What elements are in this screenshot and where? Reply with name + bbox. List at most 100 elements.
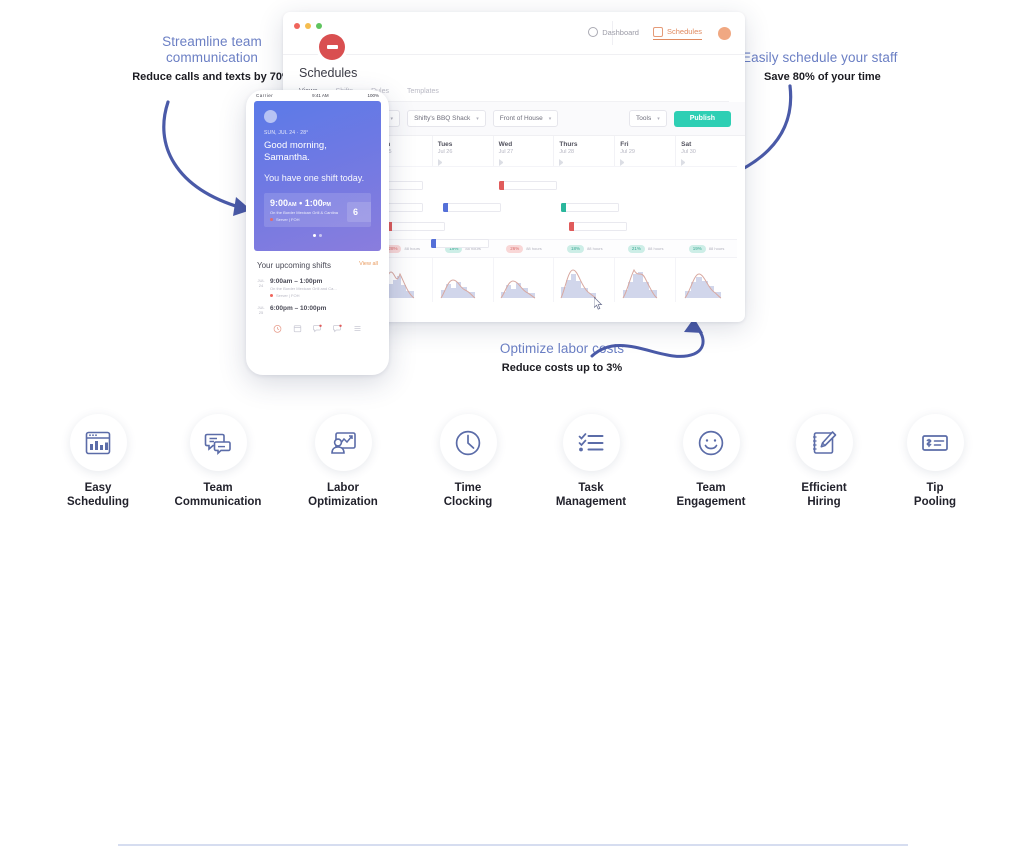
- play-icon[interactable]: [498, 159, 506, 166]
- callout-title: Easily schedule your staff: [742, 50, 898, 65]
- calendar-tab-icon[interactable]: [293, 324, 302, 333]
- callout-subtitle: Save 80% of your time: [764, 71, 881, 83]
- day-column-thurs: Thurs Jul 28: [554, 136, 616, 166]
- view-all-link[interactable]: View all: [359, 261, 378, 267]
- play-icon[interactable]: [620, 159, 627, 166]
- shift-block[interactable]: [561, 203, 619, 212]
- shift-role-label: Server | FOH: [276, 216, 300, 222]
- labor-hours: 88 hours: [647, 246, 664, 251]
- page-dot-icon[interactable]: [319, 233, 322, 237]
- connector-line: [118, 844, 908, 846]
- feature-easy-scheduling[interactable]: Easy Scheduling: [46, 414, 150, 509]
- requests-tab-icon[interactable]: [333, 324, 342, 333]
- department-selector[interactable]: Front of House ▾: [492, 110, 559, 127]
- feature-tip-pooling[interactable]: Tip Pooling: [883, 414, 987, 509]
- shift-block[interactable]: [387, 222, 445, 231]
- item-body: 6:00pm – 10:00pm: [270, 305, 326, 315]
- day-name: Fri: [620, 141, 629, 148]
- shift-block[interactable]: [569, 222, 627, 231]
- page-dot-icon[interactable]: [313, 233, 316, 237]
- window-controls[interactable]: [294, 23, 322, 29]
- top-navigation: Dashboard Schedules: [588, 12, 731, 54]
- list-item[interactable]: JUL 24 9:00am – 1:00pm On the Border Mex…: [257, 278, 378, 298]
- minimize-window-icon[interactable]: [305, 23, 311, 29]
- shift-block[interactable]: [499, 181, 557, 190]
- bar-area-chart-icon: [684, 273, 721, 299]
- feature-task-management[interactable]: Task Management: [539, 414, 643, 509]
- location-selector[interactable]: Shifty's BBQ Shack ▾: [407, 110, 486, 127]
- feature-icon-circle: [314, 414, 372, 471]
- role-color-dot-icon: [270, 217, 273, 221]
- clock-label: 9:41 AM: [312, 93, 329, 98]
- callout-easily-schedule-your-staff: Easily schedule your staff Save 80% of y…: [742, 50, 920, 84]
- day-date: Jul 29: [620, 149, 635, 155]
- play-icon[interactable]: [681, 159, 688, 166]
- feature-label: Tip Pooling: [913, 482, 957, 508]
- phone-status-bar: Carrier 9:41 AM 100%: [246, 90, 389, 101]
- feature-time-clocking[interactable]: Time Clocking: [416, 414, 520, 509]
- avatar[interactable]: [718, 26, 731, 40]
- maximize-window-icon[interactable]: [316, 23, 322, 29]
- labor-cost-cell: 19% 88 hours: [676, 244, 737, 253]
- callout-streamline-team-communication: Streamline team communication Reduce cal…: [126, 34, 298, 84]
- phone-mockup: Carrier 9:41 AM 100% SUN, JUL 24 · 28° G…: [246, 90, 389, 375]
- location-label: Shifty's BBQ Shack: [414, 115, 471, 122]
- feature-icon-circle: [682, 414, 740, 471]
- callout-subtitle: Reduce costs up to 3%: [501, 362, 623, 374]
- feature-icon-circle: [439, 414, 497, 471]
- list-item[interactable]: JUL 25 6:00pm – 10:00pm: [257, 305, 378, 315]
- clock-tab-icon[interactable]: [273, 324, 282, 333]
- callout-title: Streamline team communication: [162, 34, 262, 65]
- feature-team-engagement[interactable]: Team Engagement: [659, 414, 763, 509]
- next-shift-peek-card[interactable]: 6: [347, 202, 371, 222]
- feature-label: Labor Optimization: [308, 482, 378, 508]
- dashboard-chart-icon: [85, 431, 111, 454]
- feature-labor-optimization[interactable]: Labor Optimization: [291, 414, 395, 509]
- phone-tab-bar: [257, 315, 378, 333]
- callout-title: Optimize labor costs: [499, 341, 625, 356]
- labor-hours: 88 hours: [708, 246, 725, 251]
- feature-icon-circle: [795, 414, 853, 471]
- nav-item-dashboard[interactable]: Dashboard: [588, 27, 639, 39]
- tab-templates[interactable]: Templates: [407, 88, 439, 95]
- smiley-icon: [698, 430, 724, 455]
- feature-label: Team Engagement: [676, 482, 746, 508]
- shift-block[interactable]: [443, 203, 501, 212]
- menu-tab-icon[interactable]: [353, 324, 362, 333]
- close-window-icon[interactable]: [294, 23, 300, 29]
- upcoming-title: Your upcoming shifts: [257, 260, 331, 270]
- tools-menu[interactable]: Tools ▾: [629, 110, 667, 127]
- labor-graph-icon: [331, 431, 356, 454]
- shift-block[interactable]: [431, 239, 489, 248]
- item-date: JUL 25: [257, 305, 265, 315]
- carrier-label: Carrier: [256, 93, 274, 98]
- forecast-chart: [433, 258, 494, 302]
- item-role-label: Server | FOH: [276, 292, 300, 298]
- callout-optimize-labor-costs: Optimize labor costs Reduce costs up to …: [474, 341, 650, 375]
- item-month: JUL: [257, 277, 265, 283]
- labor-pct-badge: 19%: [688, 244, 706, 253]
- app-logo-icon: [319, 34, 345, 60]
- publish-button[interactable]: Publish: [673, 110, 731, 127]
- today-shift-card[interactable]: 9:00AM • 1:00PM On the Border Mexican Gr…: [264, 193, 371, 227]
- day-column-fri: Fri Jul 29: [615, 136, 677, 166]
- play-icon[interactable]: [559, 159, 566, 166]
- labor-hours: 88 hours: [526, 246, 542, 251]
- item-day: 24: [258, 282, 264, 288]
- chevron-down-icon: ▾: [657, 115, 660, 122]
- play-icon[interactable]: [437, 159, 445, 166]
- chevron-down-icon: ▾: [548, 115, 552, 122]
- item-day: 25: [258, 309, 264, 315]
- forecast-chart: [494, 258, 555, 302]
- clock-icon: [455, 430, 481, 455]
- feature-efficient-hiring[interactable]: Efficient Hiring: [772, 414, 876, 509]
- carousel-pagination[interactable]: [264, 233, 371, 237]
- bar-area-chart-icon: [440, 279, 475, 299]
- date-weather-label: SUN, JUL 24 · 28°: [264, 130, 309, 136]
- feature-team-communication[interactable]: Team Communication: [166, 414, 270, 509]
- day-name: Tues: [437, 141, 453, 148]
- messages-tab-icon[interactable]: [312, 324, 322, 333]
- day-date: Jul 30: [681, 149, 696, 155]
- canvas: Streamline team communication Reduce cal…: [0, 0, 1024, 846]
- nav-item-schedules[interactable]: Schedules: [652, 26, 702, 40]
